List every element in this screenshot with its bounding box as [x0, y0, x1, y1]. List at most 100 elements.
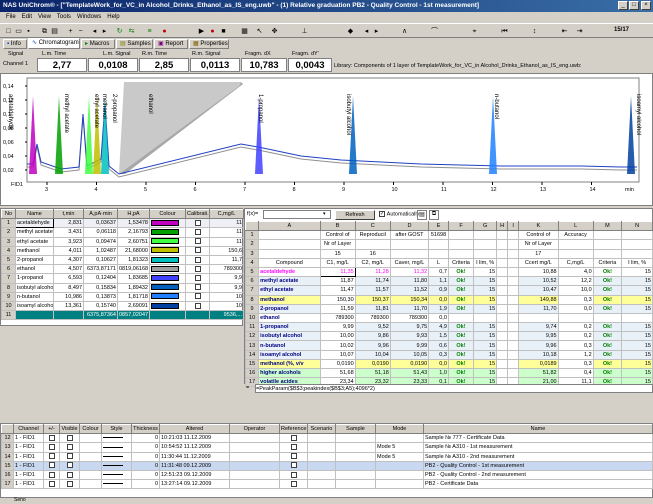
sheet-cell[interactable]: [507, 322, 520, 333]
reference-checkbox[interactable]: [290, 462, 297, 469]
sheet-cell[interactable]: [621, 248, 653, 259]
visible-checkbox[interactable]: [66, 453, 73, 460]
sheet-cell[interactable]: 11,28: [354, 266, 391, 278]
components-table[interactable]: No Name t,min A,pA·min H,pA Colour Calibrati..…: [0, 208, 244, 326]
right-arrow-icon[interactable]: ▸: [100, 27, 109, 36]
sheet-cell[interactable]: 10,02: [319, 340, 356, 351]
sheet-cell[interactable]: [473, 230, 498, 241]
sheet-cell[interactable]: [496, 266, 509, 278]
sheet-cell[interactable]: [507, 266, 520, 278]
sheet-column-header[interactable]: N: [621, 220, 653, 232]
sheet-cell[interactable]: 12,2: [557, 276, 594, 287]
sheet-cell[interactable]: 10,18: [518, 349, 559, 360]
sheet-cell[interactable]: 0,2: [557, 331, 594, 342]
sample-cell[interactable]: [335, 433, 376, 444]
calibration-cell[interactable]: [185, 300, 210, 312]
sheet-cell[interactable]: n-butanol: [258, 340, 321, 351]
component-name[interactable]: isoamyl alcohol: [15, 300, 54, 312]
sheet-cell[interactable]: 11,47: [319, 285, 356, 296]
height-value[interactable]: 2,60751: [117, 236, 150, 247]
height-value[interactable]: 0819,06168: [117, 264, 150, 275]
colour-cell[interactable]: [149, 254, 186, 266]
sheet-cell[interactable]: 15: [473, 285, 498, 296]
sheet-cell[interactable]: 0,7: [428, 266, 449, 278]
sheet-cell[interactable]: L: [428, 257, 449, 268]
sheet-cell[interactable]: 11,87: [319, 276, 356, 287]
sheet-cell[interactable]: 1,0: [428, 367, 449, 379]
sheet-cell[interactable]: 9,52: [354, 322, 391, 333]
sheet-cell[interactable]: 0,0190: [319, 358, 356, 370]
zoom-out-icon[interactable]: −: [76, 27, 85, 36]
sheet-cell[interactable]: [621, 312, 653, 324]
sheet-cell[interactable]: 0,3: [428, 349, 449, 360]
style-cell[interactable]: [101, 460, 132, 471]
maximize-button[interactable]: □: [629, 1, 639, 10]
sheet-cell[interactable]: 11,59: [319, 303, 356, 314]
column-header[interactable]: C,mg/L: [209, 208, 244, 220]
sheet-cell[interactable]: C1, mg/L: [319, 257, 356, 268]
sheet-cell[interactable]: after GOST: [389, 230, 430, 241]
sheet-cell[interactable]: 11,52: [389, 285, 430, 296]
calibration-cell[interactable]: [185, 264, 210, 275]
sample-cell[interactable]: [335, 469, 376, 481]
mode-cell[interactable]: Mode 5: [375, 442, 424, 453]
zoom-in-icon[interactable]: +: [66, 27, 75, 36]
sheet-cell[interactable]: Reproducil: [354, 230, 391, 241]
altered-cell[interactable]: 13:27:14 09.12.2009: [159, 479, 230, 490]
table-row[interactable]: 2 methyl acetate 3,431 0,06118 2,16793 11: [1, 227, 244, 238]
sheet-row[interactable]: 3 15 16 17: [244, 248, 653, 259]
altered-cell[interactable]: 10:21:03 11.12.2009: [159, 433, 230, 444]
colour-cell[interactable]: [79, 451, 102, 462]
layer-row[interactable]: 13 1 - FID1 0 10:54:52 11.12.2009 Mode 5 Samp…: [1, 442, 653, 453]
name-cell[interactable]: Sample № A310 - 1st measurement: [423, 442, 653, 453]
sheet-row[interactable]: 12 isobutyl alcohol 10,00 9,86 9,93 1,5 Ok! 15 9…: [244, 331, 653, 342]
component-name[interactable]: acetaldehyde: [15, 218, 54, 229]
sheet-cell[interactable]: [507, 367, 520, 379]
name-cell[interactable]: Sample № 777 - Certificate Data: [423, 433, 653, 444]
height-value[interactable]: 2,69091: [117, 300, 150, 312]
sheet-cell[interactable]: methyl acetate: [258, 276, 321, 287]
sheet-cell[interactable]: [496, 322, 509, 333]
menu-item[interactable]: Edit: [22, 14, 32, 20]
open-icon[interactable]: ▭: [14, 27, 23, 36]
next-icon[interactable]: ▸: [372, 27, 381, 36]
sheet-cell[interactable]: 1,1: [428, 276, 449, 287]
sheet-cell[interactable]: [496, 358, 509, 370]
menu-item[interactable]: File: [6, 14, 16, 20]
table-row[interactable]: 7 1-propanol 6,593 0,12404 1,83685 9,9: [1, 273, 244, 284]
sheet-cell[interactable]: 0,6: [428, 340, 449, 351]
channel-cell[interactable]: 1 - FID1: [13, 479, 44, 490]
sheet-cell[interactable]: 11,70: [518, 303, 559, 314]
sheet-cell[interactable]: acetaldehyde: [258, 266, 321, 278]
dropdown-icon[interactable]: ▾: [323, 211, 326, 217]
concentration-value[interactable]: 10: [209, 291, 244, 302]
column-header[interactable]: A,pA·min: [83, 208, 118, 220]
sheet-cell[interactable]: 15: [473, 266, 498, 278]
sheet-cell[interactable]: [473, 239, 498, 250]
layer-row[interactable]: 12 1 - FID1 0 10:21:03 11.12.2009 Sample № 7…: [1, 433, 653, 444]
prev-layer-icon[interactable]: ⇤: [560, 27, 569, 36]
toggle-checkbox[interactable]: [48, 434, 55, 441]
sample-cell[interactable]: [335, 479, 376, 490]
tab-properties[interactable]: ▦ Properties: [189, 39, 229, 49]
sheet-row[interactable]: 1 Control of Reproducil after GOST 51698 Cont…: [244, 230, 653, 241]
sheet-column-header[interactable]: K: [518, 220, 559, 232]
retention-time[interactable]: 8,497: [53, 282, 84, 293]
sheet-cell[interactable]: C,mg/L: [557, 257, 594, 268]
sheet-cell[interactable]: 150,34: [389, 294, 430, 305]
sheet-cell[interactable]: [507, 257, 520, 268]
sheet-cell[interactable]: Ok!: [447, 349, 475, 360]
sheet-cell[interactable]: [496, 349, 509, 360]
sheet-cell[interactable]: 9,95: [518, 331, 559, 342]
column-header[interactable]: Name: [15, 208, 54, 220]
column-header[interactable]: H,pA: [117, 208, 150, 220]
area-value[interactable]: 0,15740: [83, 300, 118, 312]
scenario-cell[interactable]: [307, 442, 336, 453]
thickness-cell[interactable]: 0: [131, 460, 160, 471]
sheet-cell[interactable]: isobutyl alcohol: [258, 331, 321, 342]
layer-column-header[interactable]: +/-: [43, 423, 60, 435]
sheet-row[interactable]: 15 methanol (%, v/v 0,0190 0,0190 0,0190 0,0 O…: [244, 358, 653, 370]
sheet-cell[interactable]: [507, 276, 520, 287]
sheet-cell[interactable]: methanol: [258, 294, 321, 305]
thickness-cell[interactable]: 0: [131, 433, 160, 444]
